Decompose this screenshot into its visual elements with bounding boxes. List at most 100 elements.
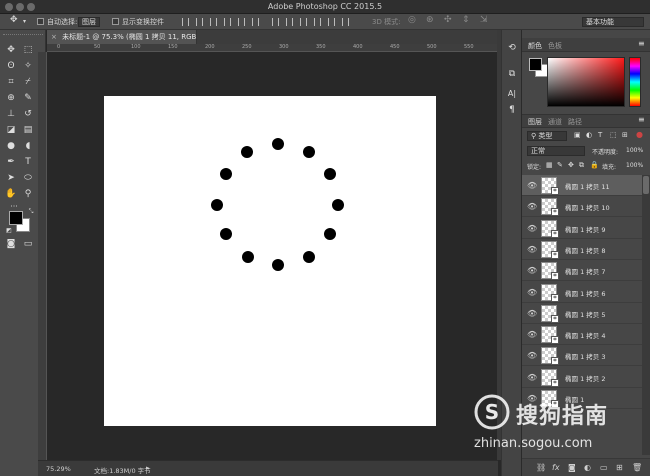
layer-row[interactable]: 👁 ⌗ 椭圆 1 拷贝 7 — [522, 260, 642, 282]
layer-row[interactable]: 👁 ⌗ 椭圆 1 拷贝 4 — [522, 324, 642, 346]
auto-select-dropdown[interactable]: 图层 — [78, 17, 100, 27]
maximize-window-button[interactable] — [27, 3, 35, 11]
layers-scrollbar[interactable] — [642, 175, 650, 455]
link-icon[interactable]: ⛓ — [536, 463, 546, 472]
quick-mask-icon[interactable]: ◙ — [5, 238, 17, 250]
layer-kind-filter[interactable]: ⚲ 类型 — [527, 131, 567, 141]
pen-tool-icon[interactable]: ✒ — [5, 156, 17, 168]
tool-preset-dropdown[interactable]: ▾ — [23, 18, 26, 25]
layer-row[interactable]: 👁 ⌗ 椭圆 1 拷贝 3 — [522, 345, 642, 367]
align-left-icon[interactable] — [224, 18, 231, 26]
3d-scale-icon[interactable]: ⇲ — [480, 15, 488, 25]
filter-type-icon[interactable]: T — [598, 131, 602, 139]
visibility-eye-icon[interactable]: 👁 — [527, 373, 537, 382]
layers-panel-menu-icon[interactable]: ≡ — [638, 115, 645, 124]
distribute-right-icon[interactable] — [342, 18, 349, 26]
layer-row[interactable]: 👁 ⌗ 椭圆 1 拷贝 5 — [522, 303, 642, 324]
layers-scrollbar-thumb[interactable] — [643, 176, 649, 194]
document-canvas[interactable] — [104, 96, 436, 426]
layer-row[interactable]: 👁 ⌗ 椭圆 1 拷贝 10 — [522, 196, 642, 218]
blend-mode-dropdown[interactable]: 正常 — [527, 146, 585, 156]
close-window-button[interactable] — [5, 3, 13, 11]
mask-icon[interactable]: ◙ — [568, 463, 576, 472]
visibility-eye-icon[interactable]: 👁 — [527, 266, 537, 275]
default-colors-icon[interactable]: ◩ — [3, 225, 15, 237]
filter-pixel-icon[interactable]: ▣ — [574, 131, 581, 139]
eyedropper-tool-icon[interactable]: ⌿ — [22, 76, 34, 88]
zoom-level[interactable]: 75.29% — [46, 465, 71, 473]
workspace-dropdown[interactable]: 基本功能 — [582, 17, 644, 27]
tab-swatches[interactable]: 色板 — [548, 41, 562, 51]
align-top-icon[interactable] — [182, 18, 189, 26]
distribute-hcenter-icon[interactable] — [328, 18, 335, 26]
distribute-bottom-icon[interactable] — [300, 18, 307, 26]
lock-all-icon[interactable]: 🔒 — [590, 161, 599, 169]
align-hcenter-icon[interactable] — [238, 18, 245, 26]
tab-color[interactable]: 颜色 — [528, 41, 542, 51]
filter-adjustment-icon[interactable]: ◐ — [586, 131, 592, 139]
adjustment-icon[interactable]: ◐ — [584, 463, 591, 472]
visibility-eye-icon[interactable]: 👁 — [527, 181, 537, 190]
ellipse-tool-icon[interactable]: ⬭ — [22, 172, 34, 184]
fill-value[interactable]: 100% — [626, 162, 643, 169]
type-tool-icon[interactable]: T — [22, 156, 34, 168]
hue-slider[interactable] — [629, 57, 641, 107]
swap-colors-icon[interactable]: ⤡ — [25, 206, 37, 218]
3d-drag-icon[interactable]: ✣ — [444, 15, 452, 25]
lock-pixels-icon[interactable]: ✎ — [557, 161, 563, 169]
paragraph-panel-icon[interactable]: ¶ — [506, 104, 518, 116]
align-right-icon[interactable] — [252, 18, 259, 26]
distribute-left-icon[interactable] — [314, 18, 321, 26]
visibility-eye-icon[interactable]: 👁 — [527, 309, 537, 318]
move-tool-icon[interactable]: ✥ — [10, 15, 18, 25]
layer-row[interactable]: 👁 ⌗ 椭圆 1 拷贝 8 — [522, 239, 642, 260]
character-panel-icon[interactable]: A| — [506, 88, 518, 100]
move-tool-icon[interactable]: ✥ — [5, 44, 17, 56]
gradient-tool-icon[interactable]: ▤ — [22, 124, 34, 136]
filter-toggle-icon[interactable]: ● — [636, 130, 643, 139]
layer-row[interactable]: 👁 ⌗ 椭圆 1 拷贝 9 — [522, 218, 642, 239]
filter-shape-icon[interactable]: ⬚ — [610, 131, 617, 139]
healing-brush-tool-icon[interactable]: ⊕ — [5, 92, 17, 104]
folder-icon[interactable]: ▭ — [600, 463, 608, 472]
status-menu-arrow-icon[interactable]: ▸ — [146, 464, 150, 472]
tab-channels[interactable]: 通道 — [548, 117, 562, 127]
zoom-tool-icon[interactable]: ⚲ — [22, 188, 34, 200]
history-brush-tool-icon[interactable]: ↺ — [22, 108, 34, 120]
properties-panel-icon[interactable]: ⧉ — [506, 68, 518, 80]
new-layer-icon[interactable]: ⊞ — [616, 463, 623, 472]
foreground-color-swatch[interactable] — [9, 211, 23, 225]
auto-select-checkbox[interactable] — [37, 18, 44, 25]
layer-row[interactable]: 👁 ⌗ 椭圆 1 拷贝 2 — [522, 367, 642, 388]
lock-transparent-icon[interactable]: ▦ — [546, 161, 553, 169]
align-bottom-icon[interactable] — [210, 18, 217, 26]
close-tab-icon[interactable]: × — [51, 33, 57, 41]
minimize-window-button[interactable] — [16, 3, 24, 11]
tab-layers[interactable]: 图层 — [528, 117, 542, 127]
visibility-eye-icon[interactable]: 👁 — [527, 288, 537, 297]
3d-roll-icon[interactable]: ⊛ — [426, 15, 434, 25]
document-info[interactable]: 文档:1.83M/0 字节 — [94, 465, 151, 475]
hand-tool-icon[interactable]: ✋ — [5, 188, 17, 200]
3d-slide-icon[interactable]: ⇕ — [462, 15, 470, 25]
marquee-tool-icon[interactable]: ⬚ — [22, 44, 34, 56]
trash-icon[interactable]: 🗑 — [632, 463, 642, 472]
fx-icon[interactable]: fx — [552, 463, 560, 472]
visibility-eye-icon[interactable]: 👁 — [527, 330, 537, 339]
3d-orbit-icon[interactable]: ◎ — [408, 15, 416, 25]
lock-position-icon[interactable]: ✥ — [568, 161, 574, 169]
artboard-lock-icon[interactable]: ⧉ — [579, 161, 584, 170]
color-picker-field[interactable] — [547, 57, 625, 107]
panel-fg-color-swatch[interactable] — [529, 58, 542, 71]
layer-row[interactable]: 👁 ⌗ 椭圆 1 拷贝 11 — [522, 175, 642, 196]
history-panel-icon[interactable]: ⟲ — [506, 42, 518, 54]
visibility-eye-icon[interactable]: 👁 — [527, 202, 537, 211]
panel-menu-icon[interactable]: ≡ — [638, 39, 645, 48]
clone-stamp-tool-icon[interactable]: ⊥ — [5, 108, 17, 120]
visibility-eye-icon[interactable]: 👁 — [527, 224, 537, 233]
filter-smart-object-icon[interactable]: ⊞ — [622, 131, 628, 139]
screen-mode-icon[interactable]: ▭ — [22, 238, 34, 250]
crop-tool-icon[interactable]: ⌗ — [5, 76, 17, 88]
document-tab[interactable]: × 未标题-1 @ 75.3% (椭圆 1 拷贝 11, RGB/8*) * — [47, 30, 197, 44]
opacity-value[interactable]: 100% — [626, 147, 643, 154]
